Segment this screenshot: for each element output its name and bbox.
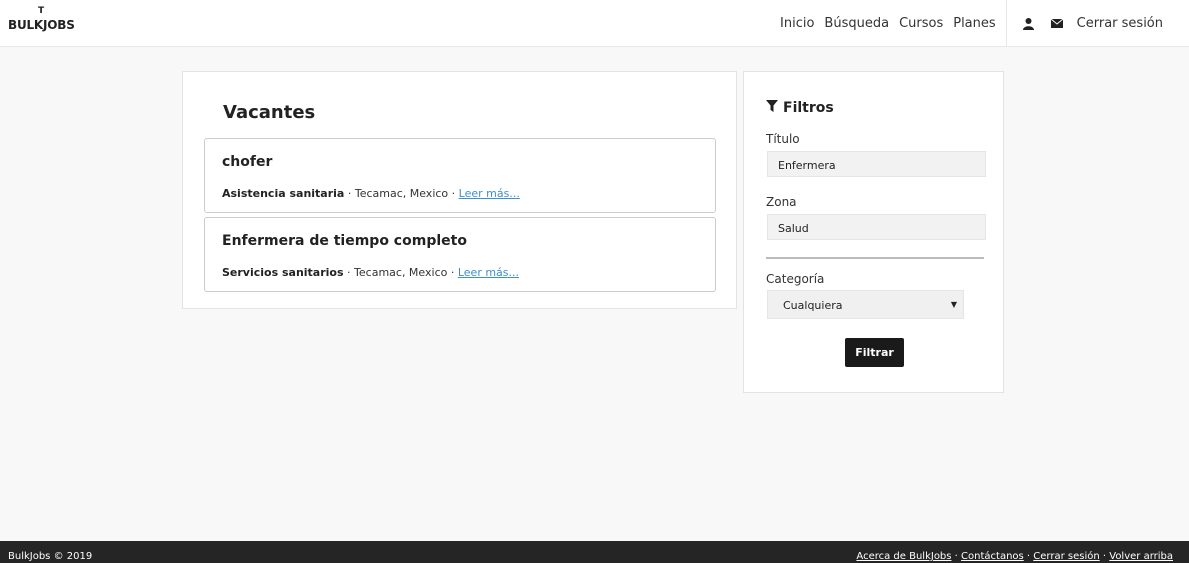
nav-divider [1005,0,1007,47]
filtros-panel: Filtros Título Enfermera Zona Salud Cate… [743,71,1004,393]
job-location: Tecamac, Mexico [354,187,449,200]
nav-busqueda[interactable]: Búsqueda [819,16,894,31]
footer: BulkJobs © 2019 Acerca de BulkJobs · Con… [0,541,1189,563]
footer-top-link[interactable]: Volver arriba [1109,551,1173,562]
job-title[interactable]: chofer [222,154,272,170]
nav-menu: Inicio Búsqueda Cursos Planes Cerrar ses… [775,0,1189,47]
titulo-label: Título [766,132,800,146]
footer-copyright: BulkJobs © 2019 [8,551,93,562]
footer-logout-link[interactable]: Cerrar sesión [1033,551,1099,562]
categoria-select[interactable]: Cualquiera ▼ [767,290,964,319]
job-category: Servicios sanitarios [222,266,344,279]
divider [766,257,984,259]
categoria-label: Categoría [766,272,825,286]
job-category: Asistencia sanitaria [222,187,345,200]
user-icon[interactable] [1015,17,1043,30]
job-card[interactable]: chofer Asistencia sanitaria · Tecamac, M… [204,138,716,213]
chevron-down-icon: ▼ [950,300,957,309]
nav-inicio[interactable]: Inicio [775,16,819,31]
job-card[interactable]: Enfermera de tiempo completo Servicios s… [204,217,716,292]
job-meta: Servicios sanitarios · Tecamac, Mexico ·… [222,266,520,279]
footer-contact-link[interactable]: Contáctanos [961,551,1024,562]
nav-planes[interactable]: Planes [948,16,1000,31]
envelope-icon[interactable] [1043,19,1071,28]
job-title[interactable]: Enfermera de tiempo completo [222,233,467,249]
vacantes-title: Vacantes [223,102,316,123]
job-location: Tecamac, Mexico [354,266,448,279]
footer-about-link[interactable]: Acerca de BulkJobs [856,551,951,562]
filtrar-button[interactable]: Filtrar [845,338,904,367]
nav-cursos[interactable]: Cursos [894,16,948,31]
footer-links: Acerca de BulkJobs · Contáctanos · Cerra… [856,551,1173,562]
nav-logout[interactable]: Cerrar sesión [1071,16,1189,31]
read-more-link[interactable]: Leer más... [458,266,519,279]
vacantes-panel: Vacantes chofer Asistencia sanitaria · T… [182,71,737,309]
read-more-link[interactable]: Leer más... [459,187,520,200]
top-navbar: T BULKJOBS Inicio Búsqueda Cursos Planes… [0,0,1189,47]
filter-icon [766,100,783,116]
zona-input[interactable]: Salud [767,214,986,240]
filtros-heading: Filtros [766,100,834,116]
zona-label: Zona [766,195,797,209]
titulo-input[interactable]: Enfermera [767,151,986,177]
logo[interactable]: T BULKJOBS [8,6,75,32]
job-meta: Asistencia sanitaria · Tecamac, Mexico ·… [222,187,520,200]
